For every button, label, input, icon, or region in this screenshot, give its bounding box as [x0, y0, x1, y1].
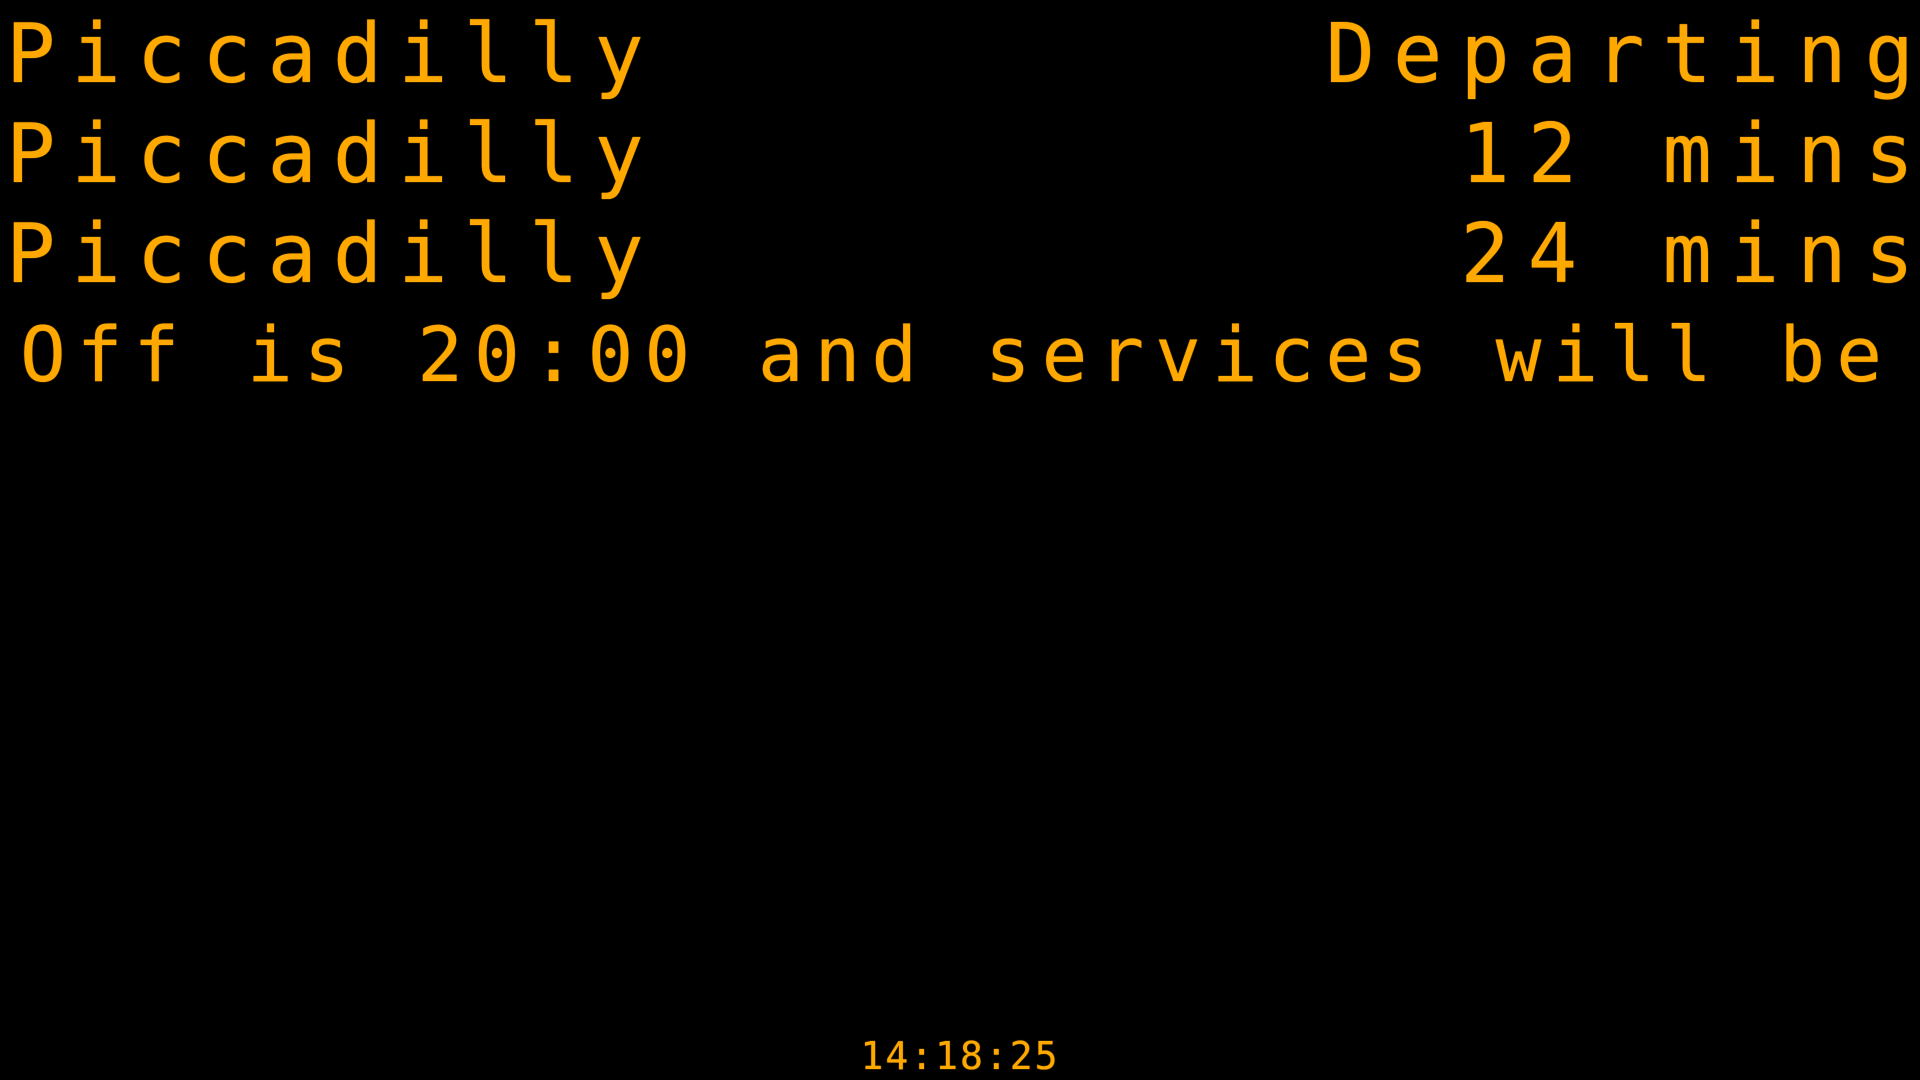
clock: 14:18:25 — [860, 1034, 1060, 1078]
departure-row: Piccadilly 24 mins — [0, 206, 1920, 304]
departure-row: Piccadilly Departing — [0, 6, 1920, 104]
departure-time: Departing — [1325, 7, 1920, 102]
scrolling-message-row: Off is 20:00 and services will be busy. … — [0, 306, 1920, 404]
destination-label: Piccadilly — [6, 7, 660, 102]
departure-time: 24 mins — [1460, 207, 1920, 302]
scrolling-message: Off is 20:00 and services will be busy. … — [20, 310, 1920, 399]
destination-label: Piccadilly — [6, 207, 660, 302]
departure-board: Piccadilly Departing Piccadilly 12 mins … — [0, 0, 1920, 1080]
departure-row: Piccadilly 12 mins — [0, 106, 1920, 204]
departure-time: 12 mins — [1460, 107, 1920, 202]
destination-label: Piccadilly — [6, 107, 660, 202]
